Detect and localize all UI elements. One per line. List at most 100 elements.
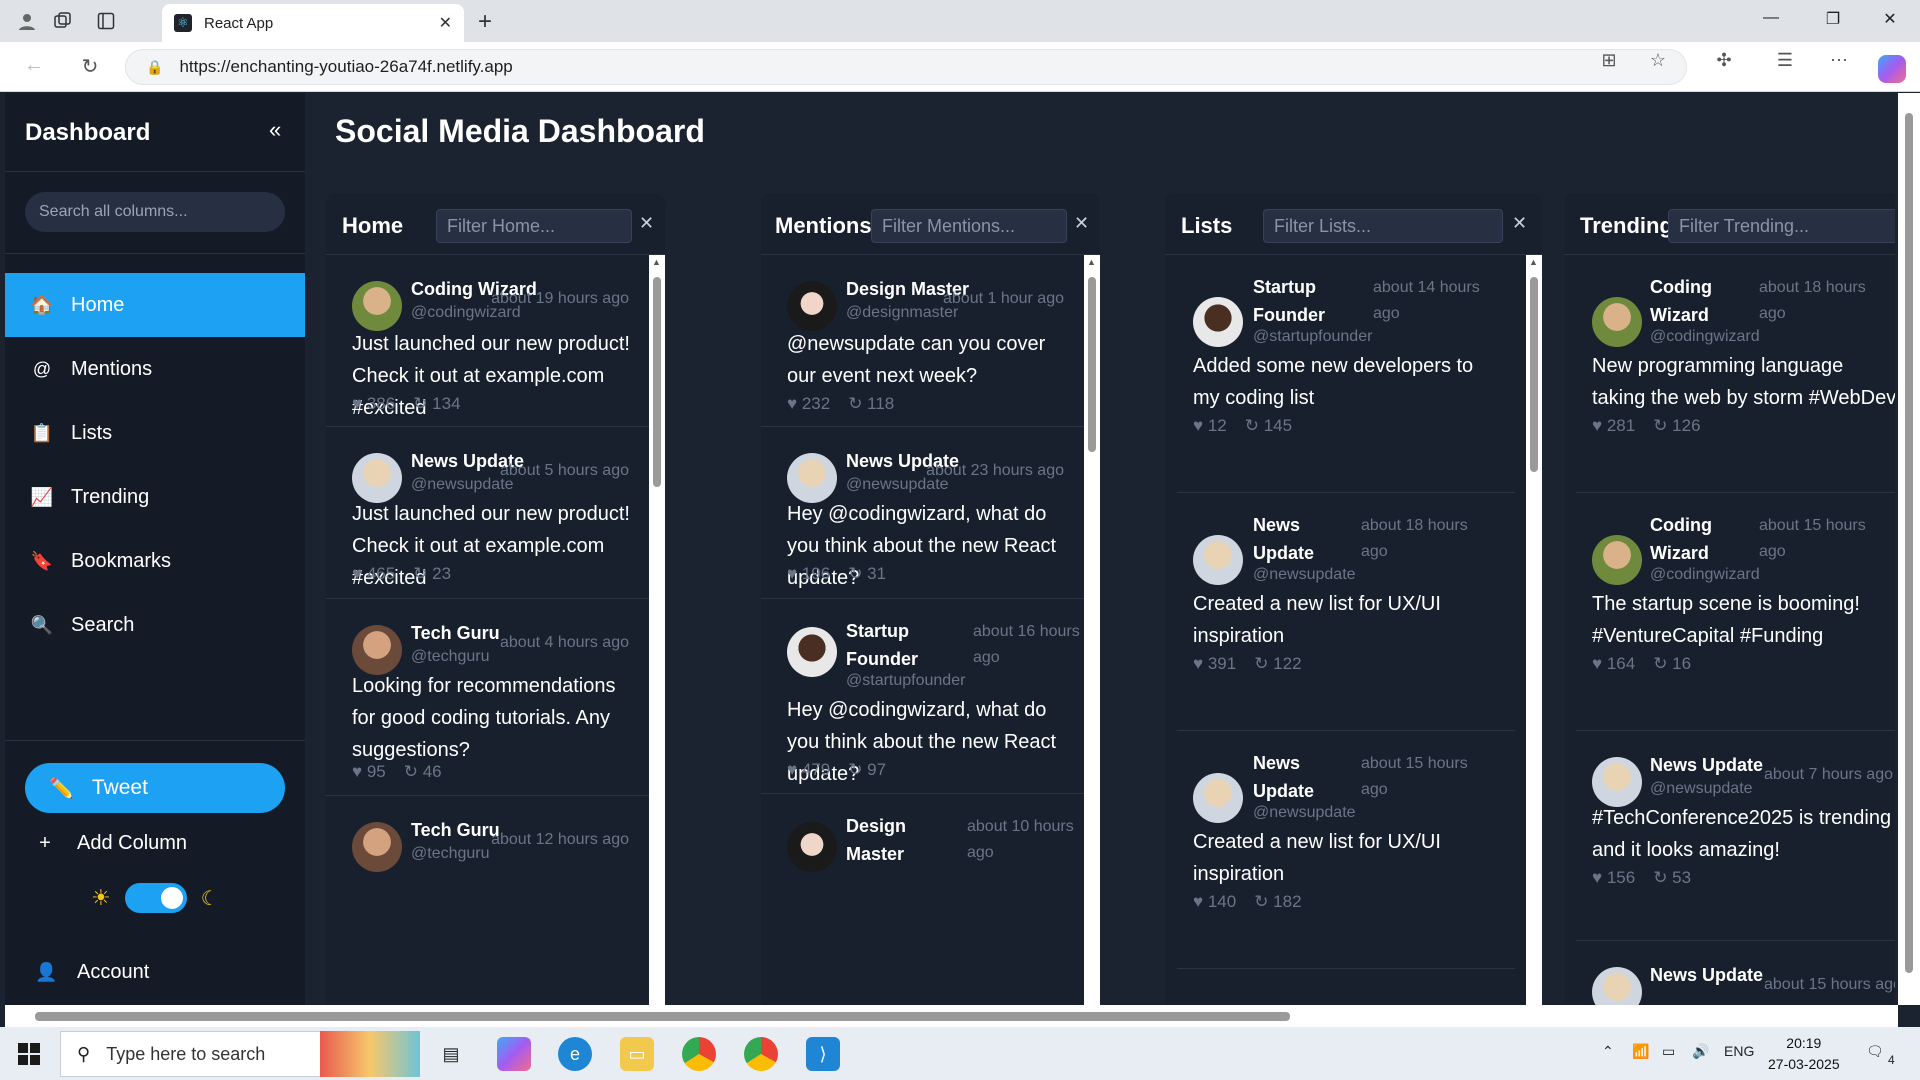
scroll-thumb[interactable] bbox=[1088, 277, 1096, 452]
tweet-button[interactable]: ✏️ Tweet bbox=[25, 763, 285, 813]
favorites-icon[interactable]: ☰ bbox=[1770, 50, 1800, 71]
windows-start-icon[interactable] bbox=[18, 1043, 40, 1065]
chrome-profile-icon[interactable] bbox=[744, 1037, 778, 1071]
scroll-thumb[interactable] bbox=[1905, 113, 1913, 973]
network-icon[interactable]: 📶 bbox=[1632, 1043, 1649, 1060]
maximize-icon[interactable]: ❐ bbox=[1819, 9, 1847, 29]
post-card[interactable]: Startup Founder @startupfounder about 16… bbox=[761, 599, 1084, 794]
like-count[interactable]: ♥ 281 bbox=[1592, 416, 1635, 436]
collapse-sidebar-icon[interactable]: « bbox=[269, 117, 281, 143]
notification-icon[interactable]: 🗨 bbox=[1866, 1043, 1884, 1060]
scroll-up-icon[interactable]: ▲ bbox=[1529, 257, 1538, 267]
browser-tab[interactable]: ⚛ React App ✕ bbox=[162, 4, 464, 42]
refresh-icon[interactable]: ↻ bbox=[76, 54, 104, 79]
like-count[interactable]: ♥ 386 bbox=[352, 394, 395, 414]
like-count[interactable]: ♥ 95 bbox=[352, 762, 386, 782]
extensions-icon[interactable]: ✣ bbox=[1709, 50, 1739, 71]
like-count[interactable]: ♥ 479 bbox=[787, 760, 830, 780]
retweet-count[interactable]: ↻ 53 bbox=[1653, 868, 1691, 888]
search-all-input[interactable] bbox=[25, 192, 285, 232]
post-card[interactable]: Tech Guru @techguru about 4 hours ago Lo… bbox=[326, 599, 649, 796]
post-card[interactable]: Coding Wizard @codingwizard about 18 hou… bbox=[1576, 255, 1895, 493]
scroll-thumb[interactable] bbox=[653, 277, 661, 487]
post-card[interactable]: Coding Wizard @codingwizard about 15 hou… bbox=[1576, 493, 1895, 731]
post-card[interactable]: Design Master about 10 hours ago bbox=[761, 794, 1084, 914]
volume-icon[interactable]: 🔊 bbox=[1692, 1043, 1709, 1060]
theme-toggle[interactable] bbox=[124, 883, 187, 913]
more-options-icon[interactable]: ⋯ bbox=[1824, 50, 1854, 71]
like-count[interactable]: ♥ 232 bbox=[787, 394, 830, 414]
task-view-icon[interactable]: ▤ bbox=[434, 1037, 468, 1071]
favorite-star-icon[interactable]: ☆ bbox=[1643, 50, 1673, 71]
scroll-up-icon[interactable]: ▲ bbox=[652, 257, 661, 267]
edge-browser-icon[interactable]: e bbox=[558, 1037, 592, 1071]
like-count[interactable]: ♥ 156 bbox=[1592, 868, 1635, 888]
chrome-icon[interactable] bbox=[682, 1037, 716, 1071]
post-card[interactable]: News Update @newsupdate about 15 hours a… bbox=[1177, 731, 1515, 969]
remove-column-icon[interactable]: ✕ bbox=[1074, 213, 1089, 234]
retweet-count[interactable]: ↻ 145 bbox=[1245, 416, 1292, 436]
account-button[interactable]: 👤 Account bbox=[35, 961, 149, 984]
post-card[interactable]: News Update about 15 hours ago bbox=[1576, 941, 1895, 1005]
url-field[interactable]: 🔒 https://enchanting-youtiao-26a74f.netl… bbox=[125, 49, 1687, 85]
retweet-count[interactable]: ↻ 134 bbox=[413, 394, 460, 414]
retweet-count[interactable]: ↻ 31 bbox=[848, 564, 886, 584]
copilot-icon[interactable] bbox=[1878, 55, 1906, 83]
workspaces-icon[interactable] bbox=[50, 8, 76, 34]
retweet-count[interactable]: ↻ 16 bbox=[1653, 654, 1691, 674]
post-card[interactable]: Coding Wizard @codingwizard about 19 hou… bbox=[326, 255, 649, 427]
like-count[interactable]: ♥ 12 bbox=[1193, 416, 1227, 436]
minimize-icon[interactable]: — bbox=[1757, 9, 1785, 27]
post-card[interactable]: Startup Founder @startupfounder about 14… bbox=[1177, 255, 1515, 493]
file-explorer-icon[interactable]: ▭ bbox=[620, 1037, 654, 1071]
vscode-icon[interactable]: ⟩ bbox=[806, 1037, 840, 1071]
retweet-count[interactable]: ↻ 122 bbox=[1254, 654, 1301, 674]
sidebar-item-search[interactable]: 🔍 Search bbox=[5, 593, 305, 657]
like-count[interactable]: ♥ 164 bbox=[1592, 654, 1635, 674]
column-scrollbar[interactable]: ▲ bbox=[1526, 255, 1542, 1005]
retweet-count[interactable]: ↻ 46 bbox=[404, 762, 442, 782]
like-count[interactable]: ♥ 196 bbox=[787, 564, 830, 584]
add-column-button[interactable]: + Add Column bbox=[35, 832, 187, 855]
app-available-icon[interactable]: ⊞ bbox=[1594, 50, 1624, 71]
retweet-count[interactable]: ↻ 182 bbox=[1254, 892, 1301, 912]
search-highlight-image[interactable] bbox=[320, 1031, 420, 1077]
post-card[interactable]: News Update @newsupdate about 18 hours a… bbox=[1177, 493, 1515, 731]
profile-icon[interactable] bbox=[14, 8, 40, 34]
sidebar-item-lists[interactable]: 📋 Lists bbox=[5, 401, 305, 465]
sidebar-item-trending[interactable]: 📈 Trending bbox=[5, 465, 305, 529]
tab-close-icon[interactable]: ✕ bbox=[439, 13, 452, 33]
column-filter-input[interactable] bbox=[871, 209, 1067, 243]
column-filter-input[interactable] bbox=[1263, 209, 1503, 243]
page-horizontal-scrollbar[interactable] bbox=[5, 1005, 1898, 1027]
back-icon[interactable]: ← bbox=[20, 54, 48, 77]
retweet-count[interactable]: ↻ 97 bbox=[848, 760, 886, 780]
remove-column-icon[interactable]: ✕ bbox=[639, 213, 654, 234]
remove-column-icon[interactable]: ✕ bbox=[1512, 213, 1527, 234]
post-card[interactable]: Design Master @designmaster about 1 hour… bbox=[761, 255, 1084, 427]
like-count[interactable]: ♥ 140 bbox=[1193, 892, 1236, 912]
scroll-thumb[interactable] bbox=[35, 1012, 1290, 1021]
sidebar-item-mentions[interactable]: @ Mentions bbox=[5, 337, 305, 401]
close-window-icon[interactable]: ✕ bbox=[1876, 9, 1904, 29]
copilot-app-icon[interactable] bbox=[497, 1037, 531, 1071]
sidebar-item-home[interactable]: 🏠 Home bbox=[5, 273, 305, 337]
tab-actions-icon[interactable] bbox=[93, 8, 119, 34]
retweet-count[interactable]: ↻ 118 bbox=[848, 394, 894, 414]
taskbar-clock[interactable]: 20:19 27-03-2025 bbox=[1768, 1033, 1840, 1075]
post-card[interactable]: News Update @newsupdate about 7 hours ag… bbox=[1576, 731, 1895, 941]
scroll-thumb[interactable] bbox=[1530, 277, 1538, 472]
post-card[interactable]: News Update @newsupdate about 23 hours a… bbox=[761, 427, 1084, 599]
column-scrollbar[interactable]: ▲ bbox=[1084, 255, 1100, 1005]
column-filter-input[interactable] bbox=[1668, 209, 1895, 243]
page-vertical-scrollbar[interactable] bbox=[1898, 93, 1920, 1005]
sidebar-item-bookmarks[interactable]: 🔖 Bookmarks bbox=[5, 529, 305, 593]
show-hidden-icons-icon[interactable]: ⌃ bbox=[1602, 1043, 1614, 1060]
like-count[interactable]: ♥ 465 bbox=[352, 564, 395, 584]
retweet-count[interactable]: ↻ 23 bbox=[413, 564, 451, 584]
column-filter-input[interactable] bbox=[436, 209, 632, 243]
post-card[interactable]: Tech Guru @techguru about 12 hours ago bbox=[326, 796, 649, 916]
language-indicator[interactable]: ENG bbox=[1724, 1043, 1754, 1059]
battery-icon[interactable]: ▭ bbox=[1662, 1043, 1675, 1060]
like-count[interactable]: ♥ 391 bbox=[1193, 654, 1236, 674]
